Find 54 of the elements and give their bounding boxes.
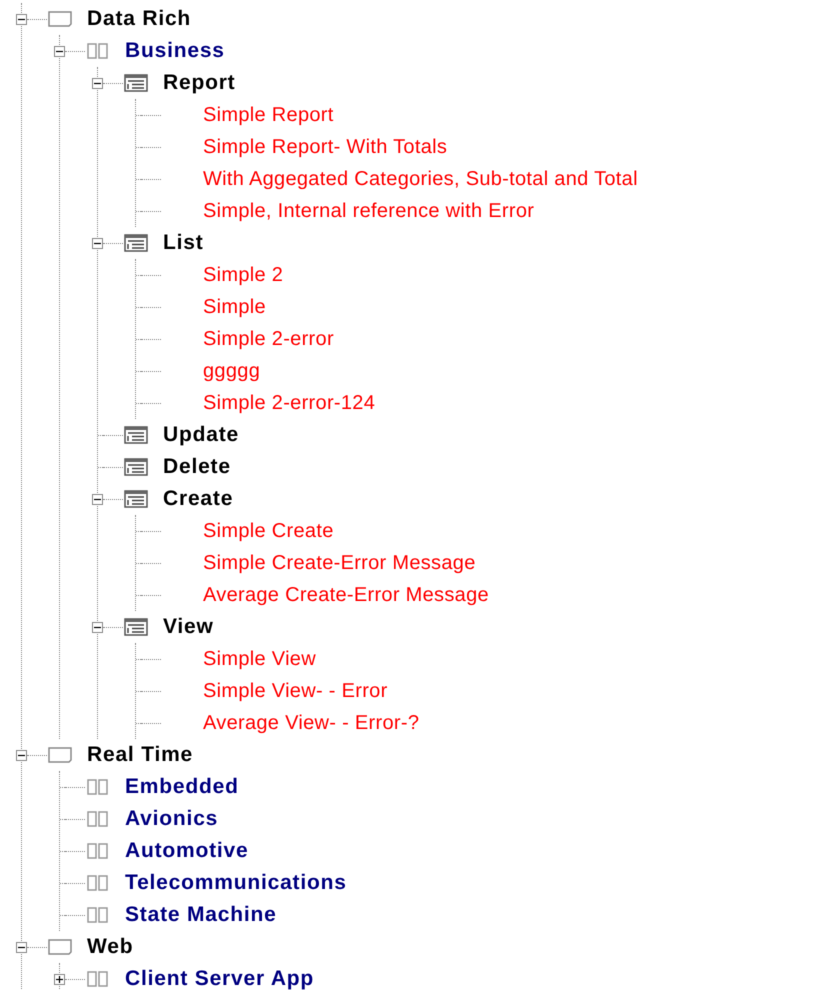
tree-item-label[interactable]: View xyxy=(163,615,214,639)
tree-item-label[interactable]: Simple xyxy=(203,296,266,318)
collapse-toggle[interactable] xyxy=(16,750,27,760)
tree-item-label[interactable]: Client Server App xyxy=(125,967,314,990)
tree-item-label[interactable]: Embedded xyxy=(125,775,239,799)
tree-item-label[interactable]: Average View- - Error-? xyxy=(203,712,420,734)
collapse-toggle[interactable] xyxy=(92,78,103,88)
tree-item-label[interactable]: List xyxy=(163,231,204,255)
tree-item-label[interactable]: Automotive xyxy=(125,839,248,863)
tree-item-label[interactable]: Simple 2-error-124 xyxy=(203,392,376,414)
double-box-icon xyxy=(85,43,111,59)
double-box-icon xyxy=(85,907,111,923)
tree-item-label[interactable]: ggggg xyxy=(203,360,260,382)
list-icon xyxy=(123,490,149,508)
list-icon xyxy=(123,74,149,92)
tree-item-label[interactable]: Average Create-Error Message xyxy=(203,584,489,606)
double-box-icon xyxy=(85,971,111,987)
tree-item-label[interactable]: Data Rich xyxy=(87,7,192,31)
tree-item-label[interactable]: Simple 2 xyxy=(203,264,284,286)
collapse-toggle[interactable] xyxy=(54,46,65,56)
double-box-icon xyxy=(85,843,111,859)
collapse-toggle[interactable] xyxy=(16,942,27,952)
collapse-toggle[interactable] xyxy=(92,238,103,248)
list-icon xyxy=(123,458,149,476)
double-box-icon xyxy=(85,811,111,827)
tree-item-label[interactable]: Simple Report xyxy=(203,104,334,126)
tree-item-label[interactable]: Business xyxy=(125,39,225,63)
tree-item-label[interactable]: Avionics xyxy=(125,807,218,831)
tree-item-label[interactable]: Simple Create-Error Message xyxy=(203,552,476,574)
tree-item-label[interactable]: Simple View xyxy=(203,648,316,670)
expand-toggle[interactable] xyxy=(54,974,65,984)
tree-item-label[interactable]: With Aggegated Categories, Sub-total and Total xyxy=(203,168,638,190)
double-box-icon xyxy=(85,779,111,795)
tree-item-label[interactable]: Delete xyxy=(163,455,231,479)
tree-item-label[interactable]: Real Time xyxy=(87,743,194,767)
tree-item-label[interactable]: Simple Create xyxy=(203,520,334,542)
list-icon xyxy=(123,618,149,636)
tree-item-label[interactable]: Web xyxy=(87,935,134,959)
tree-item-label[interactable]: Create xyxy=(163,487,234,511)
tree-item-label[interactable]: State Machine xyxy=(125,903,277,927)
tree-item-label[interactable]: Report xyxy=(163,71,236,95)
collapse-toggle[interactable] xyxy=(92,622,103,632)
tree-item-label[interactable]: Telecommunications xyxy=(125,871,347,895)
list-icon xyxy=(123,426,149,444)
collapse-toggle[interactable] xyxy=(16,14,27,24)
tree-item-label[interactable]: Simple Report- With Totals xyxy=(203,136,448,158)
list-icon xyxy=(123,234,149,252)
collapse-toggle[interactable] xyxy=(92,494,103,504)
plus-icon xyxy=(56,976,63,982)
tree-item-label[interactable]: Simple, Internal reference with Error xyxy=(203,200,534,222)
tree-item-label[interactable]: Simple View- - Error xyxy=(203,680,388,702)
tree-item-label[interactable]: Simple 2-error xyxy=(203,328,334,350)
double-box-icon xyxy=(85,875,111,891)
tree-item-label[interactable]: Update xyxy=(163,423,239,447)
